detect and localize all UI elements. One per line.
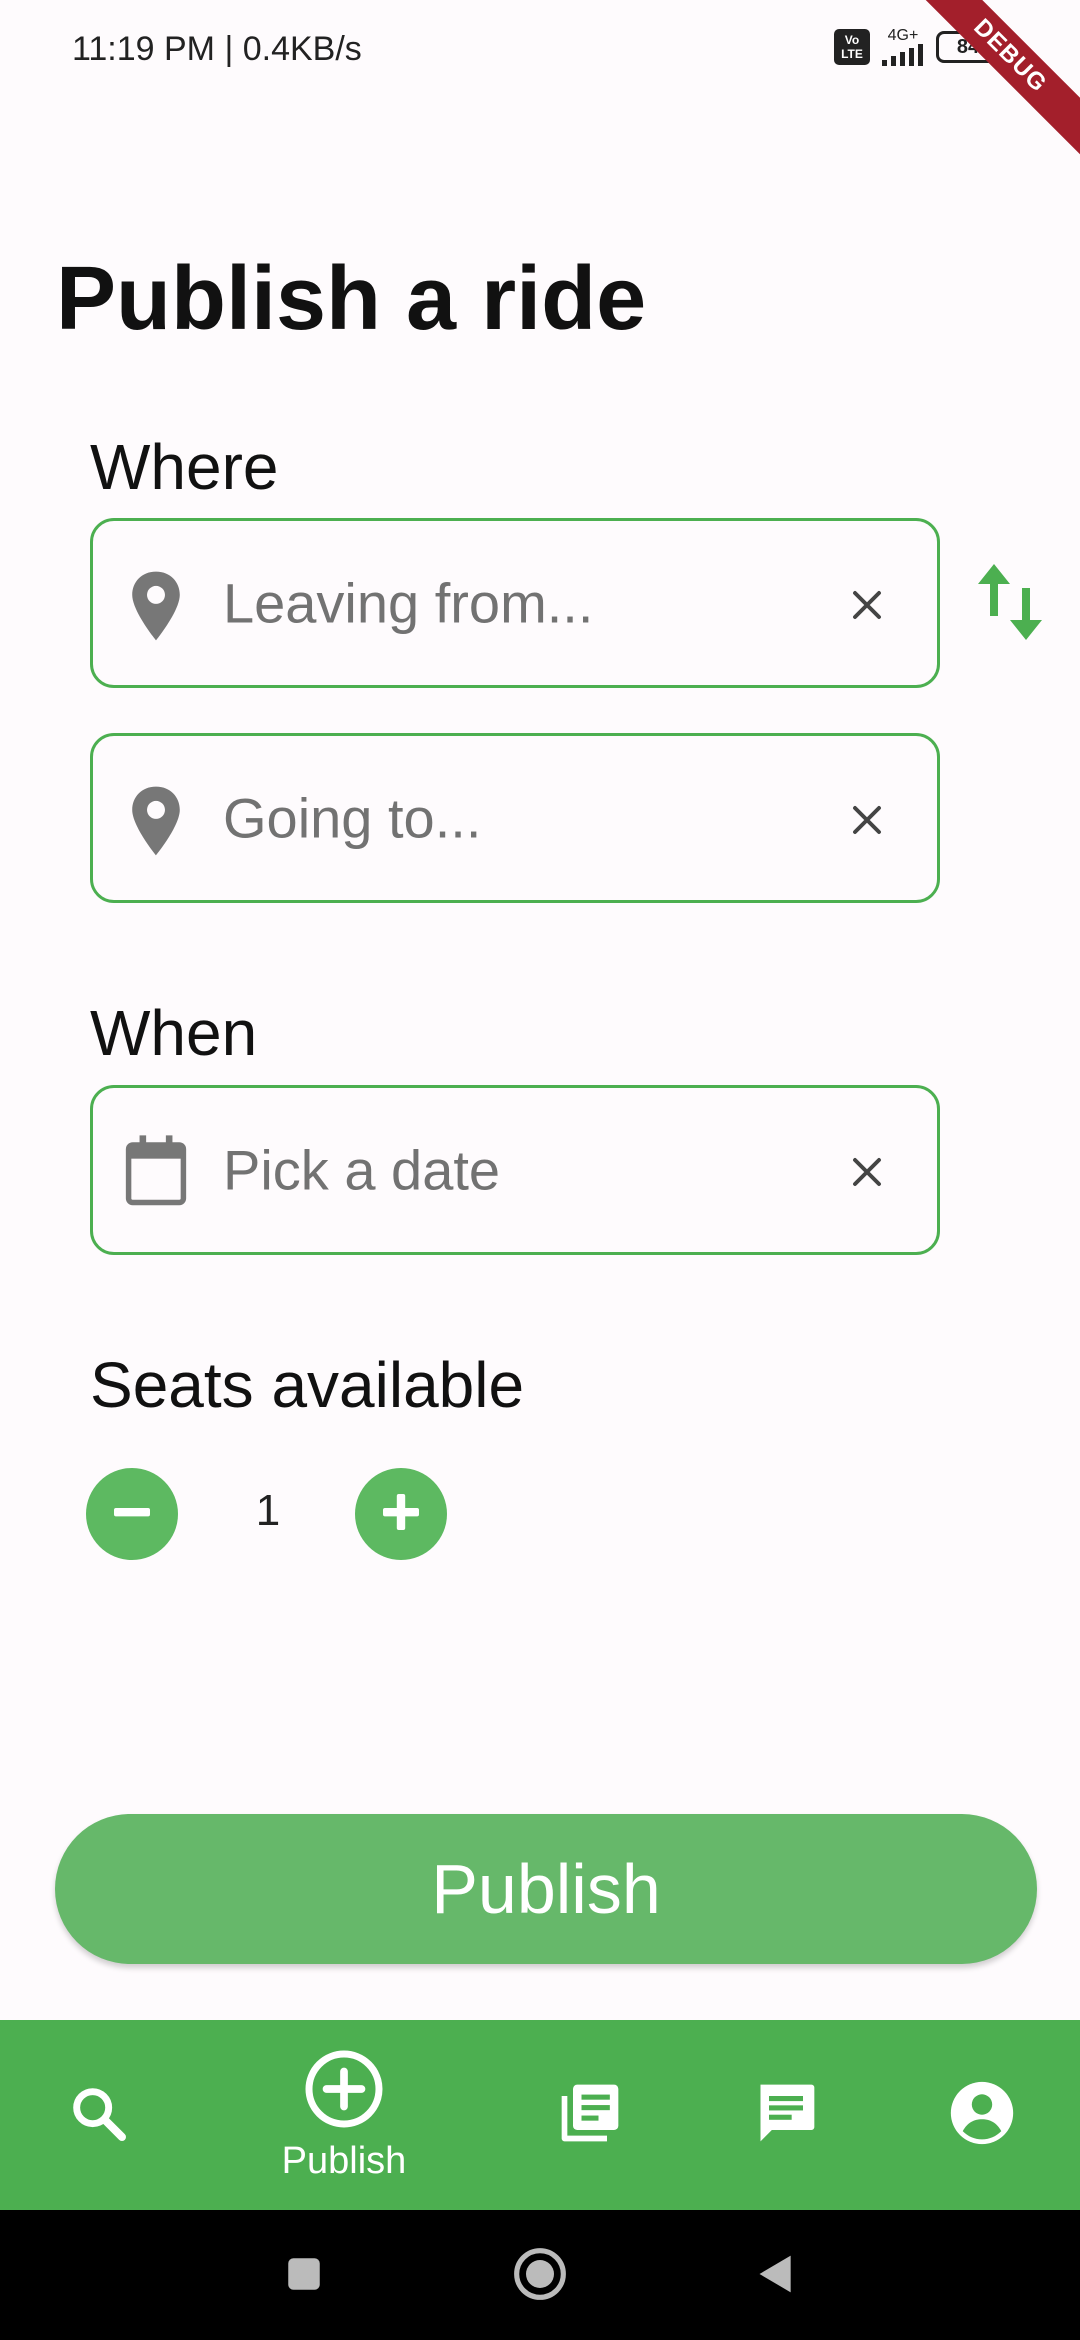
when-label: When	[90, 997, 258, 1069]
seat-count: 1	[255, 1486, 281, 1535]
back-icon[interactable]	[746, 2244, 806, 2304]
location-pin-icon	[123, 569, 189, 643]
chat-icon	[752, 2079, 820, 2152]
library-books-icon	[556, 2079, 624, 2152]
status-time: 11:19 PM | 0.4KB/s	[72, 30, 362, 68]
decrease-seats-button[interactable]	[86, 1468, 178, 1560]
status-bar: 11:19 PM | 0.4KB/s Vo LTE 4G+ 84 DEBUG	[0, 0, 1080, 170]
nav-messages[interactable]	[716, 2020, 856, 2210]
add-circle-icon	[302, 2047, 386, 2136]
home-icon[interactable]	[510, 2244, 570, 2304]
signal-icon: 4G+	[880, 28, 926, 66]
where-label: Where	[90, 431, 279, 503]
plus-icon	[377, 1488, 425, 1541]
going-to-field[interactable]: Going to...	[90, 733, 940, 903]
page-title: Publish a ride	[56, 249, 647, 349]
system-nav-bar	[0, 2210, 1080, 2340]
minus-icon	[108, 1488, 156, 1541]
swap-locations-icon[interactable]	[970, 560, 1050, 644]
nav-publish[interactable]: Publish	[274, 2020, 414, 2210]
bottom-nav: Publish	[0, 2020, 1080, 2210]
clear-going-to-button[interactable]	[835, 788, 899, 852]
seats-label: Seats available	[90, 1349, 525, 1421]
date-field[interactable]: Pick a date	[90, 1085, 940, 1255]
account-circle-icon	[948, 2079, 1016, 2152]
going-to-placeholder: Going to...	[223, 786, 482, 850]
calendar-icon	[123, 1134, 189, 1208]
leaving-from-placeholder: Leaving from...	[223, 571, 594, 635]
nav-profile[interactable]	[912, 2020, 1052, 2210]
publish-button[interactable]: Publish	[55, 1814, 1037, 1964]
recents-icon[interactable]	[274, 2244, 334, 2304]
location-pin-icon	[123, 784, 189, 858]
leaving-from-field[interactable]: Leaving from...	[90, 518, 940, 688]
debug-banner: DEBUG	[896, 0, 1080, 170]
search-icon	[66, 2081, 130, 2150]
nav-publish-label: Publish	[281, 2140, 407, 2182]
clear-leaving-from-button[interactable]	[835, 573, 899, 637]
increase-seats-button[interactable]	[355, 1468, 447, 1560]
volte-icon: Vo LTE	[834, 29, 870, 65]
date-placeholder: Pick a date	[223, 1138, 501, 1202]
nav-rides[interactable]	[520, 2020, 660, 2210]
network-type: 4G+	[887, 27, 919, 44]
clear-date-button[interactable]	[835, 1140, 899, 1204]
nav-search[interactable]	[28, 2020, 168, 2210]
